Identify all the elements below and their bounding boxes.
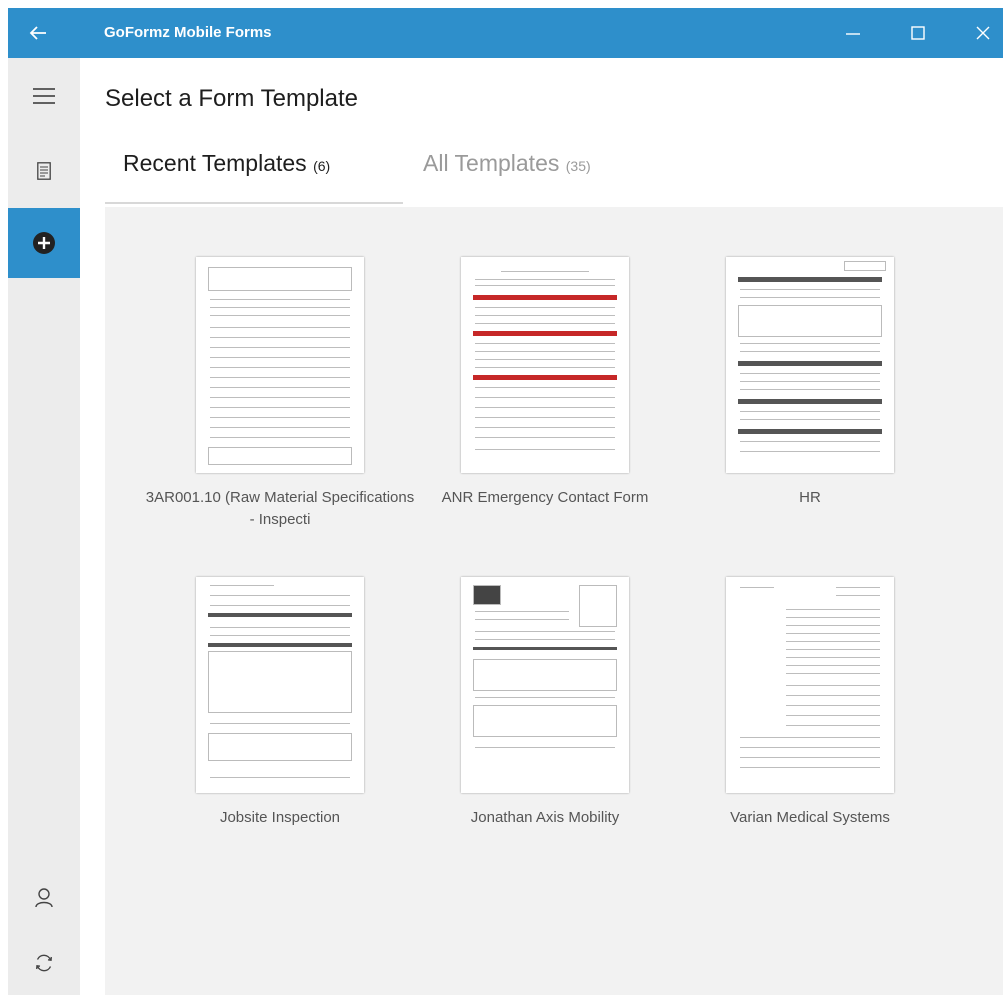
tab-underline xyxy=(105,202,403,204)
template-label: ANR Emergency Contact Form xyxy=(441,489,649,506)
template-card[interactable]: Jonathan Axis Mobility xyxy=(410,577,680,829)
template-thumbnail xyxy=(461,577,629,793)
maximize-button[interactable] xyxy=(893,8,943,58)
document-icon xyxy=(37,161,51,180)
template-grid: 3AR001.10 (Raw Material Specifications -… xyxy=(105,207,1003,995)
close-button[interactable] xyxy=(958,8,1003,58)
template-thumbnail xyxy=(726,577,894,793)
tab-all-templates[interactable]: All Templates (35) xyxy=(423,150,591,177)
menu-button[interactable] xyxy=(8,68,80,123)
tab-recent-templates[interactable]: Recent Templates (6) xyxy=(123,150,330,177)
sidebar-item-new-form[interactable] xyxy=(8,208,80,278)
minimize-button[interactable] xyxy=(828,8,878,58)
template-label: Varian Medical Systems xyxy=(730,809,890,826)
window-title: GoFormz Mobile Forms xyxy=(104,24,272,41)
page-title: Select a Form Template xyxy=(105,85,358,112)
user-icon xyxy=(35,888,53,908)
back-button[interactable] xyxy=(8,8,68,58)
sync-icon xyxy=(36,954,52,972)
template-thumbnail xyxy=(196,257,364,473)
template-card[interactable]: Varian Medical Systems xyxy=(675,577,945,829)
title-bar: GoFormz Mobile Forms xyxy=(8,8,1003,58)
template-label: 3AR001.10 (Raw Material Specifications -… xyxy=(145,489,415,528)
sidebar-item-forms[interactable] xyxy=(8,143,80,198)
plus-circle-icon xyxy=(33,232,55,254)
template-label: Jobsite Inspection xyxy=(219,809,341,826)
tab-all-count: (35) xyxy=(565,158,591,174)
template-card[interactable]: HR xyxy=(675,257,945,509)
tab-recent-label: Recent Templates xyxy=(123,150,307,176)
template-label: HR xyxy=(799,489,821,506)
sidebar-item-sync[interactable] xyxy=(8,938,80,988)
tab-all-label: All Templates xyxy=(423,150,560,176)
sidebar-item-user[interactable] xyxy=(8,873,80,923)
close-icon xyxy=(976,26,990,40)
tab-recent-count: (6) xyxy=(313,158,331,174)
minimize-icon xyxy=(846,33,860,35)
template-card[interactable]: ANR Emergency Contact Form xyxy=(410,257,680,509)
hamburger-menu-icon xyxy=(33,87,55,104)
template-card[interactable]: 3AR001.10 (Raw Material Specifications -… xyxy=(145,257,415,531)
template-label: Jonathan Axis Mobility xyxy=(470,809,620,826)
template-thumbnail xyxy=(461,257,629,473)
maximize-icon xyxy=(911,26,925,40)
arrow-left-icon xyxy=(29,26,46,40)
template-thumbnail xyxy=(196,577,364,793)
template-card[interactable]: Jobsite Inspection xyxy=(145,577,415,829)
sidebar xyxy=(8,58,80,995)
template-thumbnail xyxy=(726,257,894,473)
